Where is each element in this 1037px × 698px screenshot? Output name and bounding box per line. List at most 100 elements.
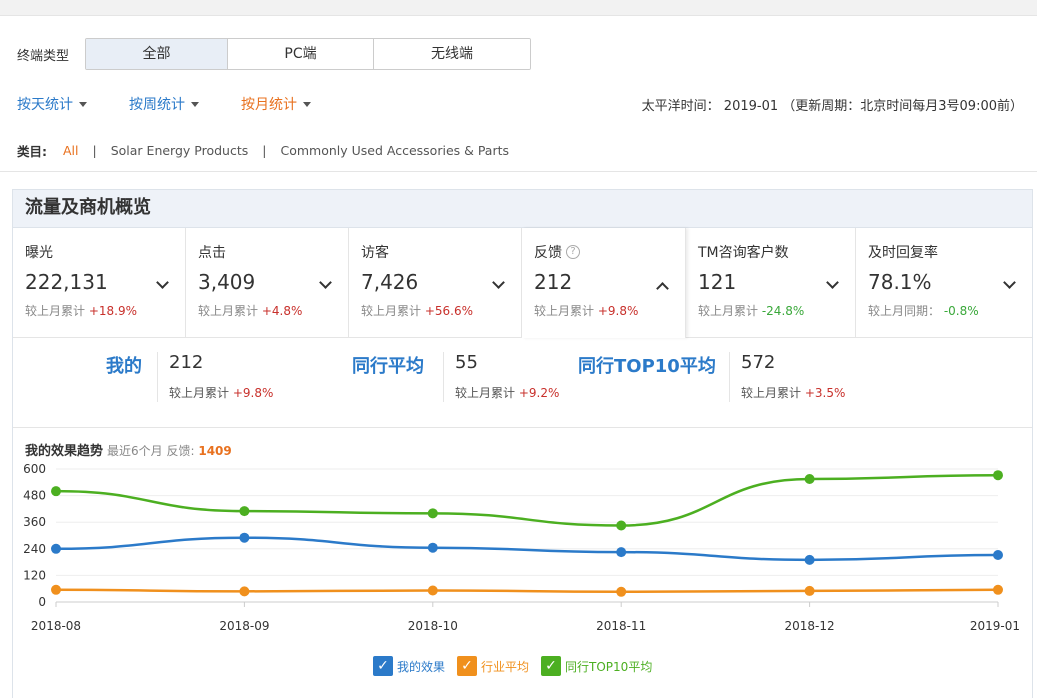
- metric-name: TM咨询客户数: [698, 245, 789, 261]
- metric-compare-label: 较上月累计: [534, 304, 595, 318]
- compare-mine-label: 我的: [106, 356, 142, 377]
- compare-mine-sub: 较上月累计 +9.8%: [169, 384, 273, 401]
- period-info: 太平洋时间： 2019-01 （更新周期：北京时间每月3号09:00前）: [641, 99, 1023, 114]
- data-point: [51, 584, 61, 595]
- category-row: 类目: All | Solar Energy Products | Common…: [17, 141, 509, 160]
- compare-mine-value: 212: [169, 352, 204, 373]
- data-point: [804, 473, 815, 484]
- comparison-row: 我的 212 较上月累计 +9.8% 同行平均 55 较上月累计 +9.2% 同…: [13, 338, 1032, 428]
- top-bar: [0, 0, 1037, 16]
- period-day-label: 按天统计: [17, 97, 73, 113]
- metric-compare-label: 较上月同期：: [868, 304, 941, 318]
- compare-divider: [443, 352, 444, 402]
- x-tick-label: 2018-08: [31, 619, 81, 633]
- metric-exposure[interactable]: 曝光 222,131 较上月累计 +18.9%: [13, 228, 186, 338]
- metric-compare: 较上月累计 +56.6%: [361, 302, 521, 319]
- category-label: 类目:: [17, 144, 47, 159]
- metric-tm-consult[interactable]: TM咨询客户数 121 较上月累计 -24.8%: [686, 228, 856, 338]
- series-line: [55, 588, 999, 594]
- data-point: [804, 554, 815, 565]
- checkbox-checked-icon[interactable]: ✓: [541, 656, 562, 676]
- terminal-option-all[interactable]: 全部: [86, 39, 228, 69]
- metric-name: 访客: [361, 245, 389, 261]
- data-point: [993, 584, 1003, 595]
- traffic-overview-panel: 流量及商机概览 曝光 222,131 较上月累计 +18.9% 点击 3,409…: [12, 189, 1033, 698]
- metric-compare: 较上月累计 +4.8%: [198, 302, 348, 319]
- terminal-type-row: 终端类型 全部 PC端 无线端: [17, 38, 531, 70]
- y-tick-label: 480: [23, 489, 46, 503]
- y-tick-label: 0: [38, 595, 46, 609]
- metric-compare: 较上月累计 -24.8%: [698, 302, 855, 319]
- legend-label: 行业平均: [481, 659, 530, 674]
- data-point: [427, 542, 438, 553]
- metric-compare-label: 较上月累计: [361, 304, 422, 318]
- data-point: [804, 585, 815, 596]
- period-month-dropdown[interactable]: 按月统计: [241, 94, 311, 114]
- category-accessories[interactable]: Commonly Used Accessories & Parts: [280, 143, 509, 158]
- caret-down-icon: [191, 101, 199, 107]
- legend-item-top10[interactable]: ✓ 同行TOP10平均: [541, 656, 652, 676]
- period-month-label: 按月统计: [241, 97, 297, 113]
- metric-compare-value: +4.8%: [261, 304, 303, 318]
- data-point: [239, 532, 250, 543]
- trend-chart: 0 120 240 360 480 600 2018-08 2018-09 2018-10 201…: [23, 462, 1020, 633]
- compare-top10-value: 572: [741, 352, 776, 373]
- x-tick-label: 2018-10: [408, 619, 458, 633]
- metric-reply-rate[interactable]: 及时回复率 78.1% 较上月同期： -0.8%: [856, 228, 1032, 338]
- compare-sub-label: 较上月累计: [741, 386, 802, 400]
- data-point: [616, 547, 627, 558]
- category-all[interactable]: All: [63, 143, 79, 158]
- compare-peer-avg-value: 55: [455, 352, 478, 373]
- compare-top10-label: 同行TOP10平均: [578, 356, 716, 377]
- terminal-segmented-control: 全部 PC端 无线端: [85, 38, 531, 70]
- y-tick-label: 120: [23, 568, 46, 582]
- metric-compare: 较上月同期： -0.8%: [868, 302, 1032, 319]
- y-tick-label: 600: [23, 462, 46, 476]
- legend-label: 我的效果: [397, 659, 446, 674]
- period-day-dropdown[interactable]: 按天统计: [17, 94, 87, 114]
- x-tick-label: 2018-12: [785, 619, 835, 633]
- help-icon[interactable]: ?: [566, 245, 580, 259]
- compare-sub-value: +9.2%: [518, 386, 560, 400]
- metric-clicks[interactable]: 点击 3,409 较上月累计 +4.8%: [186, 228, 349, 338]
- compare-top10-sub: 较上月累计 +3.5%: [741, 384, 845, 401]
- metric-compare: 较上月累计 +18.9%: [25, 302, 185, 319]
- data-point: [239, 506, 250, 517]
- metric-visitors[interactable]: 访客 7,426 较上月累计 +56.6%: [349, 228, 522, 338]
- data-point: [427, 585, 438, 596]
- metric-name-text: 反馈: [534, 245, 562, 261]
- terminal-type-label: 终端类型: [17, 48, 70, 64]
- metric-compare-label: 较上月累计: [198, 304, 259, 318]
- data-point: [616, 586, 627, 597]
- metric-feedback[interactable]: 反馈? 212 较上月累计 +9.8%: [522, 228, 686, 338]
- checkbox-checked-icon[interactable]: ✓: [457, 656, 478, 676]
- data-point: [616, 520, 627, 531]
- category-solar[interactable]: Solar Energy Products: [111, 143, 249, 158]
- checkbox-checked-icon[interactable]: ✓: [373, 656, 393, 676]
- period-row: 按天统计 按周统计 按月统计: [17, 92, 353, 116]
- x-tick-label: 2018-09: [219, 619, 269, 633]
- legend-item-industry[interactable]: ✓ 行业平均: [457, 656, 529, 676]
- category-separator: |: [262, 143, 267, 158]
- caret-down-icon: [79, 101, 87, 107]
- series-line: [55, 473, 999, 527]
- data-point: [427, 508, 438, 519]
- compare-sub-label: 较上月累计: [455, 386, 516, 400]
- data-point: [993, 550, 1003, 561]
- panel-title: 流量及商机概览: [13, 190, 1032, 228]
- caret-down-icon: [303, 101, 311, 107]
- period-week-dropdown[interactable]: 按周统计: [129, 94, 199, 114]
- category-separator: |: [92, 143, 97, 158]
- metrics-row: 曝光 222,131 较上月累计 +18.9% 点击 3,409 较上月累计 +…: [13, 228, 1032, 338]
- metric-name: 曝光: [25, 245, 53, 261]
- legend-item-mine[interactable]: ✓ 我的效果: [373, 656, 445, 676]
- metric-compare-value: +56.6%: [424, 304, 474, 318]
- data-point: [51, 543, 61, 554]
- compare-peer-avg-sub: 较上月累计 +9.2%: [455, 384, 559, 401]
- terminal-option-pc[interactable]: PC端: [228, 39, 374, 69]
- metric-name: 反馈?: [534, 242, 685, 262]
- metric-compare-label: 较上月累计: [698, 304, 759, 318]
- terminal-option-wireless[interactable]: 无线端: [374, 39, 530, 69]
- metric-compare-label: 较上月累计: [25, 304, 86, 318]
- data-point: [993, 470, 1003, 481]
